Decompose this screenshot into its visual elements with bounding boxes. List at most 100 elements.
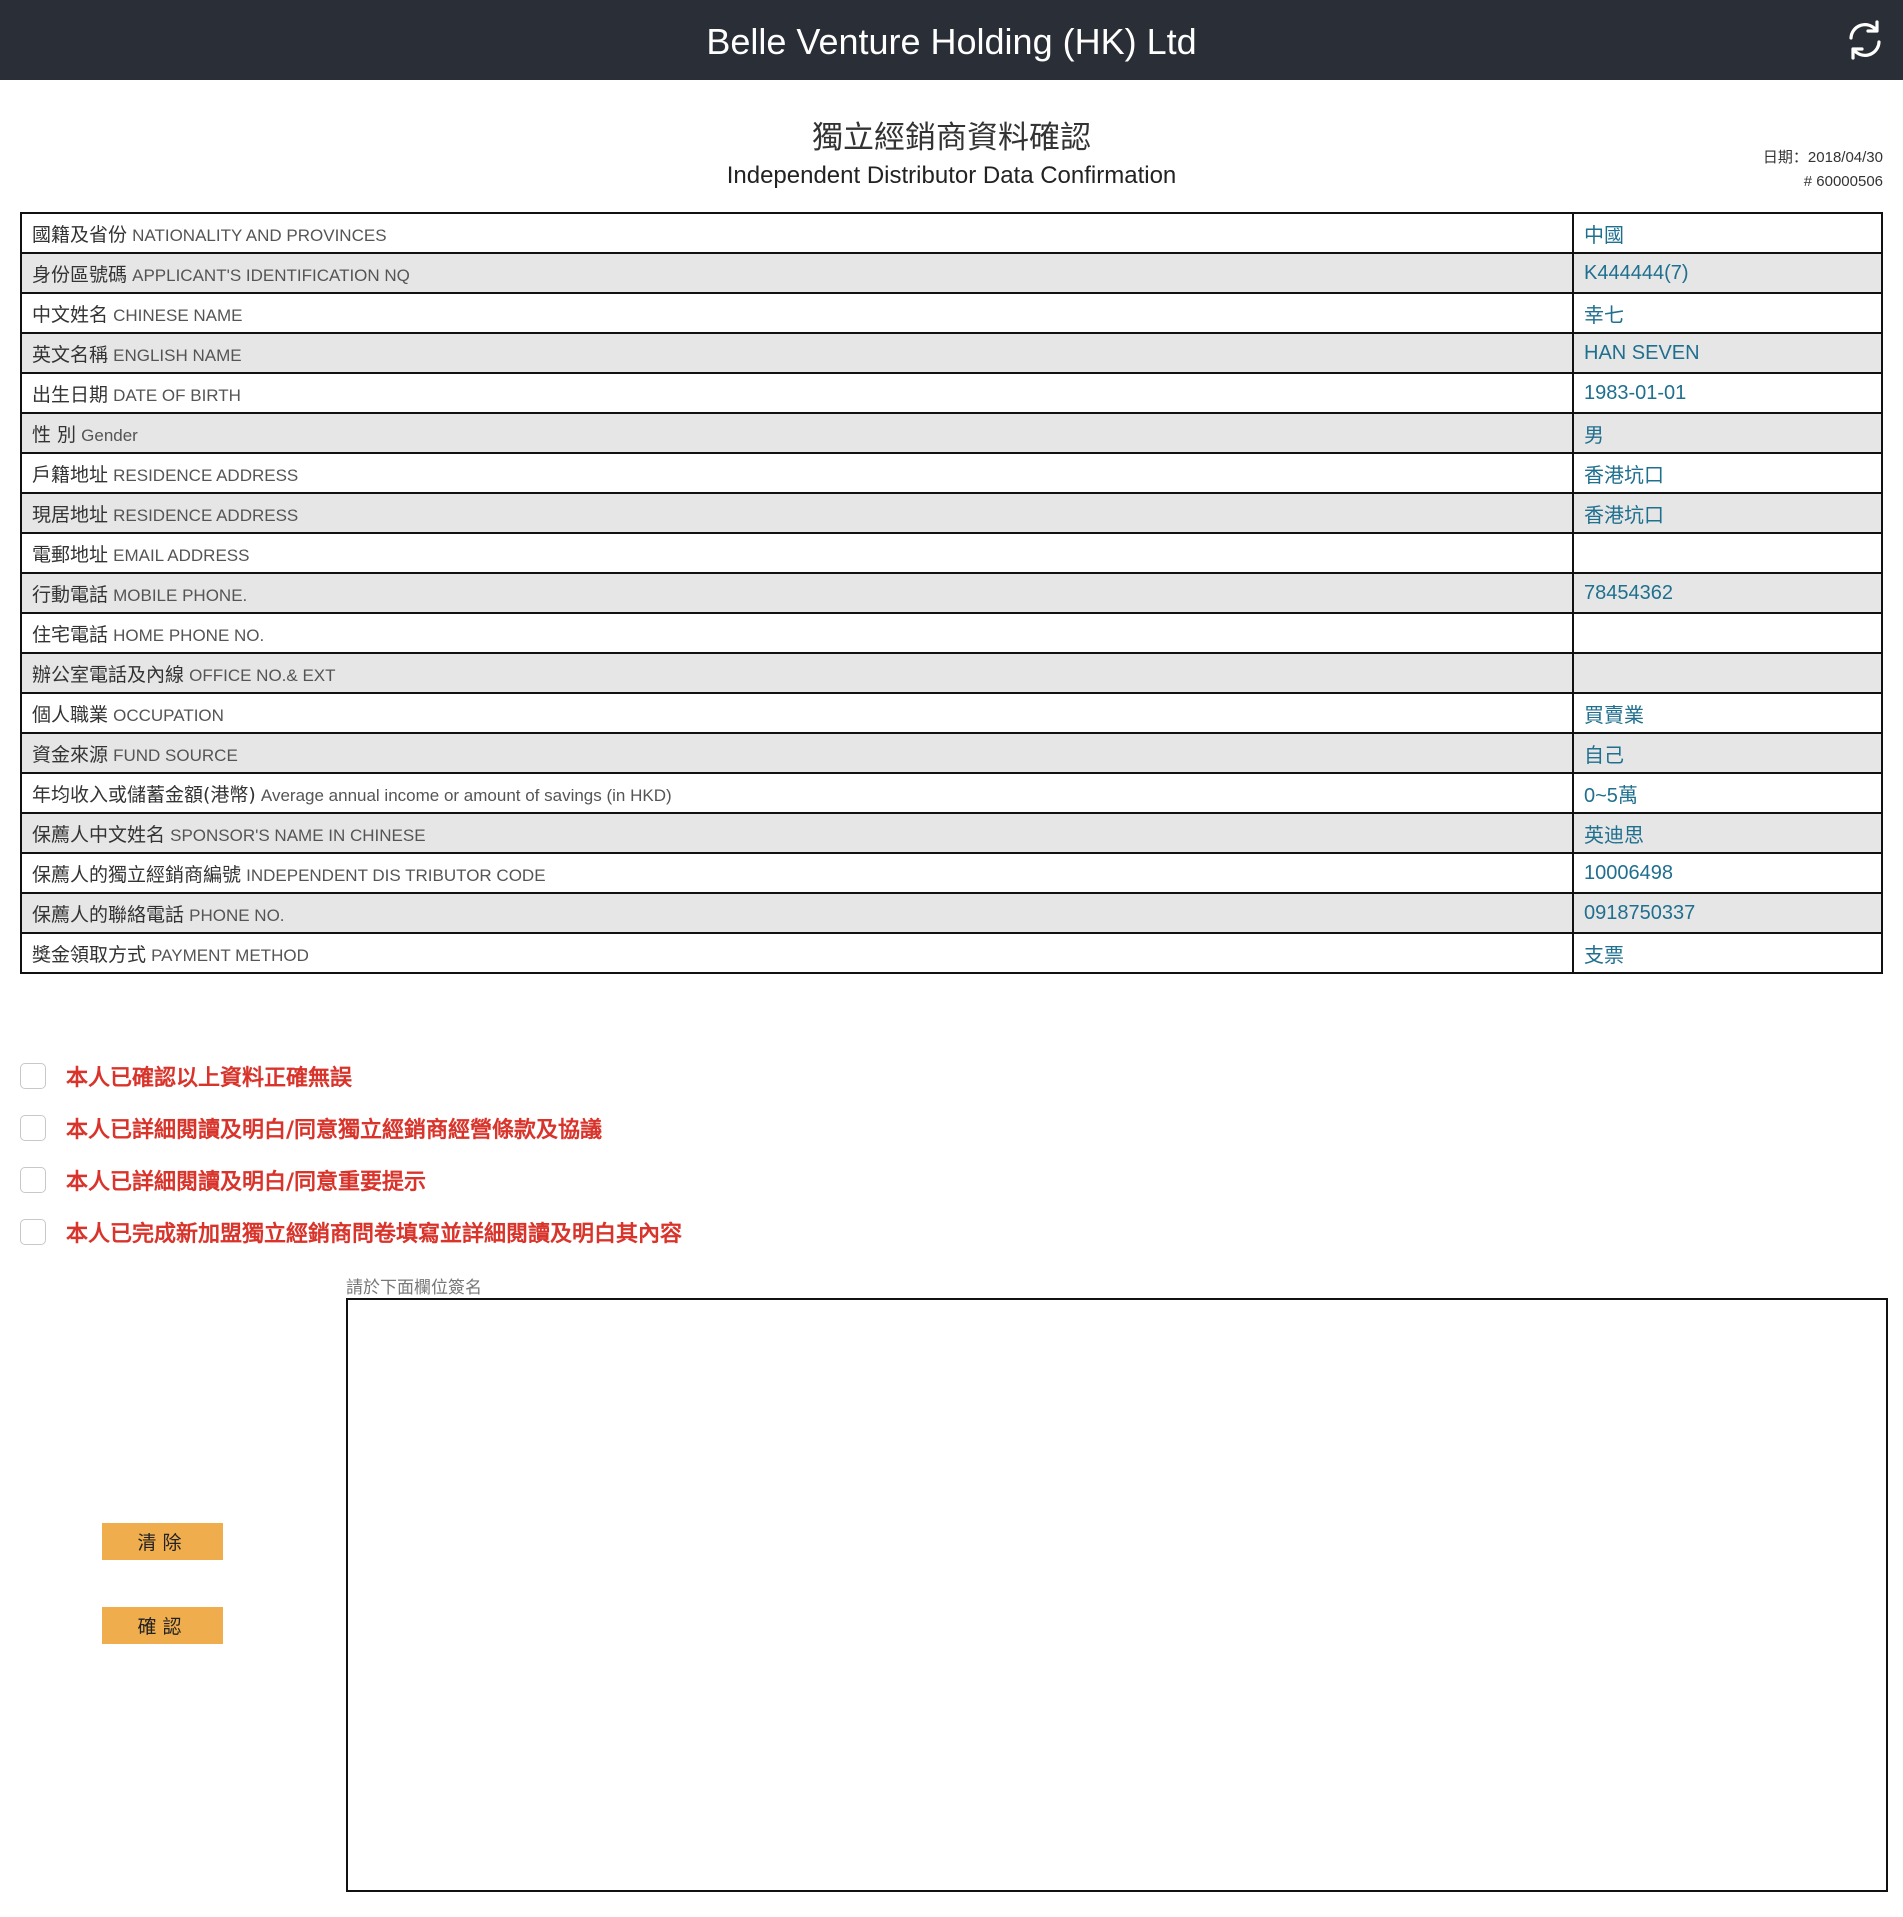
field-label-cn: 個人職業	[32, 703, 109, 726]
field-value	[1572, 652, 1883, 694]
field-label-cell: 獎金領取方式 PAYMENT METHOD	[20, 932, 1574, 974]
field-label-cell: 戶籍地址 RESIDENCE ADDRESS	[20, 452, 1574, 494]
document-meta: 日期：2018/04/30 # 60000506	[1763, 146, 1883, 194]
field-label-cn: 戶籍地址	[32, 463, 109, 486]
field-label-en: RESIDENCE ADDRESS	[113, 505, 299, 525]
field-label-en: OFFICE NO.& EXT	[189, 665, 336, 685]
field-value: 自己	[1572, 732, 1883, 774]
document-title-en: Independent Distributor Data Confirmatio…	[726, 162, 1177, 189]
document-date: 日期：2018/04/30	[1762, 149, 1883, 166]
confirmation-item: 本人已詳細閱讀及明白/同意獨立經銷商經營條款及協議	[20, 1102, 682, 1154]
field-label-cell: 行動電話 MOBILE PHONE.	[20, 572, 1574, 614]
confirmation-item: 本人已確認以上資料正確無誤	[20, 1050, 682, 1102]
table-row: 戶籍地址 RESIDENCE ADDRESS 香港坑口	[20, 452, 1883, 494]
field-value	[1572, 532, 1883, 574]
field-label-cell: 住宅電話 HOME PHONE NO.	[20, 612, 1574, 654]
field-label-cn: 保薦人的獨立經銷商編號	[32, 863, 242, 886]
table-row: 英文名稱 ENGLISH NAME HAN SEVEN	[20, 332, 1883, 374]
confirmation-checkbox[interactable]	[20, 1167, 46, 1193]
field-label-en: RESIDENCE ADDRESS	[113, 465, 299, 485]
field-label-cn: 住宅電話	[32, 623, 109, 646]
field-label-en: PAYMENT METHOD	[151, 945, 309, 965]
field-label-cn: 保薦人的聯絡電話	[32, 903, 185, 926]
field-label-en: FUND SOURCE	[113, 745, 238, 765]
app-header: Belle Venture Holding (HK) Ltd	[0, 0, 1903, 80]
confirmation-label[interactable]: 本人已確認以上資料正確無誤	[66, 1060, 352, 1092]
confirmation-label[interactable]: 本人已詳細閱讀及明白/同意獨立經銷商經營條款及協議	[66, 1112, 602, 1144]
signature-pad[interactable]	[346, 1298, 1888, 1892]
field-label-en: ENGLISH NAME	[113, 345, 242, 365]
field-label-cell: 電郵地址 EMAIL ADDRESS	[20, 532, 1574, 574]
table-row: 中文姓名 CHINESE NAME 幸七	[20, 292, 1883, 334]
field-value: HAN SEVEN	[1572, 332, 1883, 374]
field-value: 香港坑口	[1572, 452, 1883, 494]
clear-button[interactable]: 清除	[102, 1523, 223, 1560]
field-label-en: Average annual income or amount of savin…	[260, 785, 672, 805]
field-label-cn: 獎金領取方式	[32, 943, 147, 966]
table-row: 電郵地址 EMAIL ADDRESS	[20, 532, 1883, 574]
field-label-cn: 國籍及省份	[32, 223, 128, 246]
confirm-button[interactable]: 確認	[102, 1607, 223, 1644]
field-value: 香港坑口	[1572, 492, 1883, 534]
field-label-cell: 年均收入或儲蓄金額(港幣) Average annual income or a…	[20, 772, 1574, 814]
field-label-cn: 保薦人中文姓名	[32, 823, 166, 846]
field-label-en: OCCUPATION	[113, 705, 224, 725]
field-value: 男	[1572, 412, 1883, 454]
field-label-cn: 電郵地址	[32, 543, 109, 566]
field-label-en: EMAIL ADDRESS	[113, 545, 250, 565]
document-title-cn: 獨立經銷商資料確認	[812, 120, 1091, 156]
table-row: 個人職業 OCCUPATION 買賣業	[20, 692, 1883, 734]
field-value	[1572, 612, 1883, 654]
field-label-en: APPLICANT'S IDENTIFICATION NQ	[132, 265, 410, 285]
field-label-cn: 現居地址	[32, 503, 109, 526]
confirmation-checklist: 本人已確認以上資料正確無誤 本人已詳細閱讀及明白/同意獨立經銷商經營條款及協議 本人…	[20, 1050, 682, 1258]
table-row: 性 別 Gender 男	[20, 412, 1883, 454]
field-value: 支票	[1572, 932, 1883, 974]
field-value: 0918750337	[1572, 892, 1883, 934]
field-label-en: HOME PHONE NO.	[113, 625, 265, 645]
field-label-cn: 中文姓名	[32, 303, 109, 326]
table-row: 國籍及省份 NATIONALITY AND PROVINCES 中國	[20, 212, 1883, 254]
confirmation-checkbox[interactable]	[20, 1219, 46, 1245]
field-value: 1983-01-01	[1572, 372, 1883, 414]
field-label-en: MOBILE PHONE.	[113, 585, 248, 605]
field-value: 78454362	[1572, 572, 1883, 614]
app-title: Belle Venture Holding (HK) Ltd	[706, 21, 1197, 62]
confirmation-checkbox[interactable]	[20, 1115, 46, 1141]
field-label-cell: 現居地址 RESIDENCE ADDRESS	[20, 492, 1574, 534]
field-value: 10006498	[1572, 852, 1883, 894]
field-label-cell: 保薦人的獨立經銷商編號 INDEPENDENT DIS TRIBUTOR COD…	[20, 852, 1574, 894]
table-row: 行動電話 MOBILE PHONE. 78454362	[20, 572, 1883, 614]
table-row: 保薦人中文姓名 SPONSOR'S NAME IN CHINESE 英迪思	[20, 812, 1883, 854]
field-label-cell: 辦公室電話及內線 OFFICE NO.& EXT	[20, 652, 1574, 694]
field-label-cn: 辦公室電話及內線	[32, 663, 185, 686]
field-label-cn: 英文名稱	[32, 343, 109, 366]
field-label-cell: 性 別 Gender	[20, 412, 1574, 454]
field-label-cell: 中文姓名 CHINESE NAME	[20, 292, 1574, 334]
document-number: # 60000506	[1803, 173, 1883, 190]
field-label-cell: 保薦人的聯絡電話 PHONE NO.	[20, 892, 1574, 934]
field-label-en: INDEPENDENT DIS TRIBUTOR CODE	[246, 865, 546, 885]
confirmation-item: 本人已詳細閱讀及明白/同意重要提示	[20, 1154, 682, 1206]
confirmation-item: 本人已完成新加盟獨立經銷商問卷填寫並詳細閱讀及明白其內容	[20, 1206, 682, 1258]
table-row: 獎金領取方式 PAYMENT METHOD 支票	[20, 932, 1883, 974]
field-value: 0~5萬	[1572, 772, 1883, 814]
confirmation-label[interactable]: 本人已詳細閱讀及明白/同意重要提示	[66, 1164, 426, 1196]
confirmation-checkbox[interactable]	[20, 1063, 46, 1089]
table-row: 保薦人的聯絡電話 PHONE NO. 0918750337	[20, 892, 1883, 934]
field-label-cn: 年均收入或儲蓄金額(港幣)	[32, 783, 256, 806]
field-label-en: NATIONALITY AND PROVINCES	[132, 225, 387, 245]
confirmation-label[interactable]: 本人已完成新加盟獨立經銷商問卷填寫並詳細閱讀及明白其內容	[66, 1216, 682, 1248]
refresh-icon[interactable]	[1843, 18, 1887, 62]
field-label-en: CHINESE NAME	[113, 305, 243, 325]
field-label-cell: 資金來源 FUND SOURCE	[20, 732, 1574, 774]
table-row: 年均收入或儲蓄金額(港幣) Average annual income or a…	[20, 772, 1883, 814]
field-value: 買賣業	[1572, 692, 1883, 734]
field-value: 英迪思	[1572, 812, 1883, 854]
field-label-cell: 國籍及省份 NATIONALITY AND PROVINCES	[20, 212, 1574, 254]
table-row: 現居地址 RESIDENCE ADDRESS 香港坑口	[20, 492, 1883, 534]
field-label-cn: 行動電話	[32, 583, 109, 606]
field-label-en: SPONSOR'S NAME IN CHINESE	[170, 825, 426, 845]
field-label-cn: 出生日期	[32, 383, 109, 406]
table-row: 出生日期 DATE OF BIRTH 1983-01-01	[20, 372, 1883, 414]
